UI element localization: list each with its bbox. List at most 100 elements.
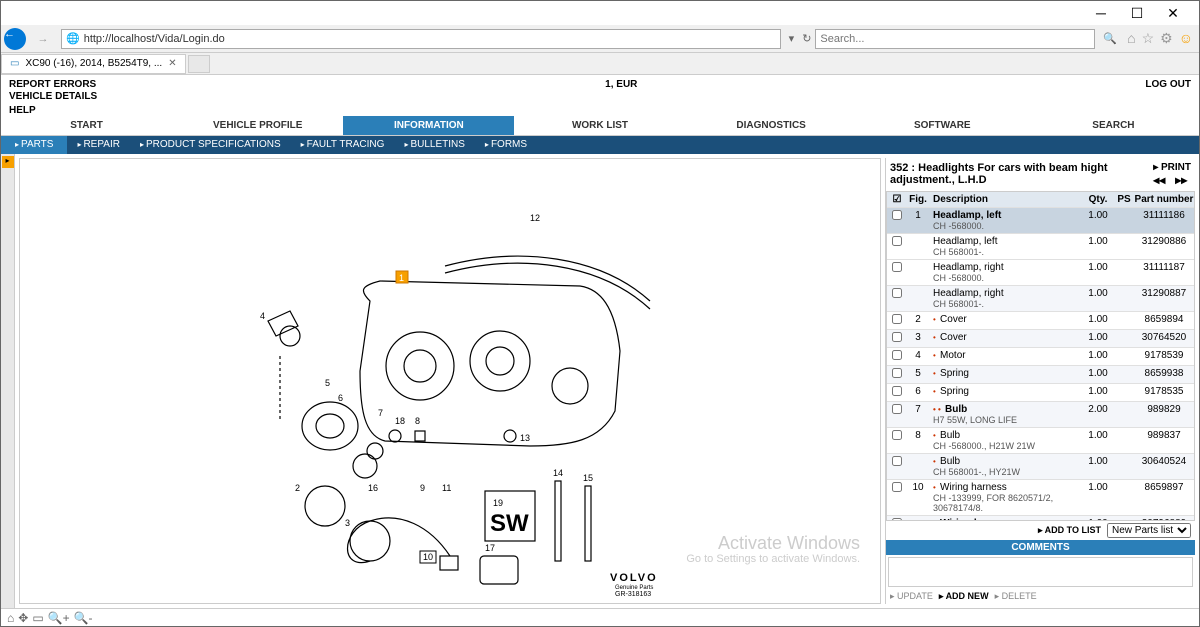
zoom-in-icon[interactable]: 🔍+ xyxy=(48,611,70,625)
col-desc: Description xyxy=(929,194,1082,205)
table-row[interactable]: 2• Cover1.008659894 xyxy=(887,312,1194,330)
sidebar-toggle[interactable]: ▸ xyxy=(1,154,15,608)
tab-title: XC90 (-16), 2014, B5254T9, ... xyxy=(25,58,162,69)
row-checkbox[interactable] xyxy=(892,262,902,272)
table-row[interactable]: 8• BulbCH -568000., H21W 21W1.00989837 xyxy=(887,428,1194,454)
row-checkbox[interactable] xyxy=(892,404,902,414)
delete-button[interactable]: ▸ DELETE xyxy=(995,591,1037,602)
submenu-fault-tracing[interactable]: ▸FAULT TRACING xyxy=(291,136,395,154)
table-row[interactable]: 4• Motor1.009178539 xyxy=(887,348,1194,366)
print-button[interactable]: ▸ PRINT xyxy=(1153,162,1191,173)
svg-text:17: 17 xyxy=(485,543,495,553)
svg-text:VOLVO: VOLVO xyxy=(610,572,658,584)
search-icon[interactable]: 🔍 xyxy=(1103,32,1117,45)
url-field[interactable]: 🌐 http://localhost/Vida/Login.do xyxy=(61,29,781,49)
submenu-product-specs[interactable]: ▸PRODUCT SPECIFICATIONS xyxy=(130,136,291,154)
document-tab[interactable]: ▭ XC90 (-16), 2014, B5254T9, ... ✕ xyxy=(1,54,186,74)
svg-text:18: 18 xyxy=(395,416,405,426)
submenu-repair[interactable]: ▸REPAIR xyxy=(67,136,130,154)
nav-back-button[interactable]: ← xyxy=(1,27,29,51)
report-errors-link[interactable]: REPORT ERRORS xyxy=(9,79,97,91)
update-button[interactable]: ▸ UPDATE xyxy=(890,591,933,602)
col-pn: Part number xyxy=(1134,194,1194,205)
row-checkbox[interactable] xyxy=(892,332,902,342)
svg-text:7: 7 xyxy=(378,408,383,418)
prev-page-icon[interactable]: ◂◂ xyxy=(1153,173,1165,187)
menu-software[interactable]: SOFTWARE xyxy=(857,116,1028,135)
menu-work-list[interactable]: WORK LIST xyxy=(514,116,685,135)
comments-header: COMMENTS xyxy=(886,540,1195,555)
favorites-icon[interactable]: ☆ xyxy=(1142,30,1155,47)
svg-text:13: 13 xyxy=(520,433,530,443)
header-row: REPORT ERRORS VEHICLE DETAILS 1, EUR LOG… xyxy=(1,75,1199,105)
doc-tool-icon[interactable]: ▭ xyxy=(32,611,43,625)
row-checkbox[interactable] xyxy=(892,210,902,220)
menu-search[interactable]: SEARCH xyxy=(1028,116,1199,135)
address-bar: ← → 🌐 http://localhost/Vida/Login.do ▾ ↻… xyxy=(1,25,1199,53)
dropdown-icon[interactable]: ▾ xyxy=(789,32,795,45)
menu-diagnostics[interactable]: DIAGNOSTICS xyxy=(686,116,857,135)
row-checkbox[interactable] xyxy=(892,350,902,360)
row-checkbox[interactable] xyxy=(892,430,902,440)
row-checkbox[interactable] xyxy=(892,386,902,396)
logout-link[interactable]: LOG OUT xyxy=(1145,79,1191,101)
svg-text:16: 16 xyxy=(368,483,378,493)
svg-text:12: 12 xyxy=(530,213,540,223)
status-bar: ⌂ ✥ ▭ 🔍+ 🔍- xyxy=(1,608,1199,626)
settings-icon[interactable]: ⚙ xyxy=(1160,30,1173,47)
smiley-icon[interactable]: ☺ xyxy=(1179,30,1193,47)
zoom-out-icon[interactable]: 🔍- xyxy=(74,611,93,625)
submenu-parts[interactable]: ▸PARTS xyxy=(1,136,67,154)
row-checkbox[interactable] xyxy=(892,314,902,324)
table-row[interactable]: 5• Spring1.008659938 xyxy=(887,366,1194,384)
refresh-icon[interactable]: ↻ xyxy=(802,32,811,45)
maximize-button[interactable]: ☐ xyxy=(1119,3,1155,23)
main-menu: START VEHICLE PROFILE INFORMATION WORK L… xyxy=(1,116,1199,136)
tab-icon: ▭ xyxy=(10,58,19,69)
diagram-area[interactable]: 1 12 4 5 6 2 3 7 18 8 9 11 13 14 xyxy=(19,158,881,604)
add-to-list-button[interactable]: ▸ ADD TO LIST xyxy=(1038,525,1101,536)
col-qty: Qty. xyxy=(1082,194,1114,205)
table-row[interactable]: Headlamp, rightCH -568000.1.0031111187 xyxy=(887,260,1194,286)
table-row[interactable]: 10• Wiring harnessCH -133999, FOR 862057… xyxy=(887,480,1194,516)
parts-list-select[interactable]: New Parts list xyxy=(1107,523,1191,538)
home-tool-icon[interactable]: ⌂ xyxy=(7,611,14,625)
expand-icon[interactable]: ▸ xyxy=(2,156,14,168)
row-checkbox[interactable] xyxy=(892,456,902,466)
next-page-icon[interactable]: ▸▸ xyxy=(1175,173,1187,187)
svg-text:SW: SW xyxy=(490,510,529,537)
new-tab-button[interactable] xyxy=(188,55,210,73)
close-button[interactable]: ✕ xyxy=(1155,3,1191,23)
header-center: 1, EUR xyxy=(605,79,637,101)
table-row[interactable]: • BulbCH 568001-., HY21W1.0030640524 xyxy=(887,454,1194,480)
table-row[interactable]: 7• • BulbH7 55W, LONG LIFE2.00989829 xyxy=(887,402,1194,428)
home-icon[interactable]: ⌂ xyxy=(1127,30,1135,47)
select-tool-icon[interactable]: ✥ xyxy=(18,611,28,625)
comment-input[interactable] xyxy=(888,557,1193,587)
add-new-button[interactable]: ▸ ADD NEW xyxy=(939,591,989,602)
menu-vehicle-profile[interactable]: VEHICLE PROFILE xyxy=(172,116,343,135)
table-row[interactable]: 3• Cover1.0030764520 xyxy=(887,330,1194,348)
minimize-button[interactable]: ─ xyxy=(1083,3,1119,23)
tab-close-icon[interactable]: ✕ xyxy=(168,58,176,69)
globe-icon: 🌐 xyxy=(66,32,80,45)
search-input[interactable] xyxy=(815,29,1095,49)
help-link[interactable]: HELP xyxy=(1,105,1199,116)
submenu-bulletins[interactable]: ▸BULLETINS xyxy=(394,136,474,154)
svg-text:1: 1 xyxy=(399,273,404,283)
nav-forward-button[interactable]: → xyxy=(29,27,57,51)
menu-information[interactable]: INFORMATION xyxy=(343,116,514,135)
menu-start[interactable]: START xyxy=(1,116,172,135)
table-row[interactable]: 6• Spring1.009178535 xyxy=(887,384,1194,402)
table-row[interactable]: Headlamp, rightCH 568001-.1.0031290887 xyxy=(887,286,1194,312)
table-row[interactable]: Headlamp, leftCH 568001-.1.0031290886 xyxy=(887,234,1194,260)
table-row[interactable]: 1Headlamp, leftCH -568000.1.0031111186 xyxy=(887,208,1194,234)
url-text: http://localhost/Vida/Login.do xyxy=(84,33,225,45)
row-checkbox[interactable] xyxy=(892,288,902,298)
row-checkbox[interactable] xyxy=(892,236,902,246)
row-checkbox[interactable] xyxy=(892,368,902,378)
col-ps: PS xyxy=(1114,194,1134,205)
submenu-forms[interactable]: ▸FORMS xyxy=(475,136,537,154)
vehicle-details-link[interactable]: VEHICLE DETAILS xyxy=(9,91,97,103)
row-checkbox[interactable] xyxy=(892,482,902,492)
